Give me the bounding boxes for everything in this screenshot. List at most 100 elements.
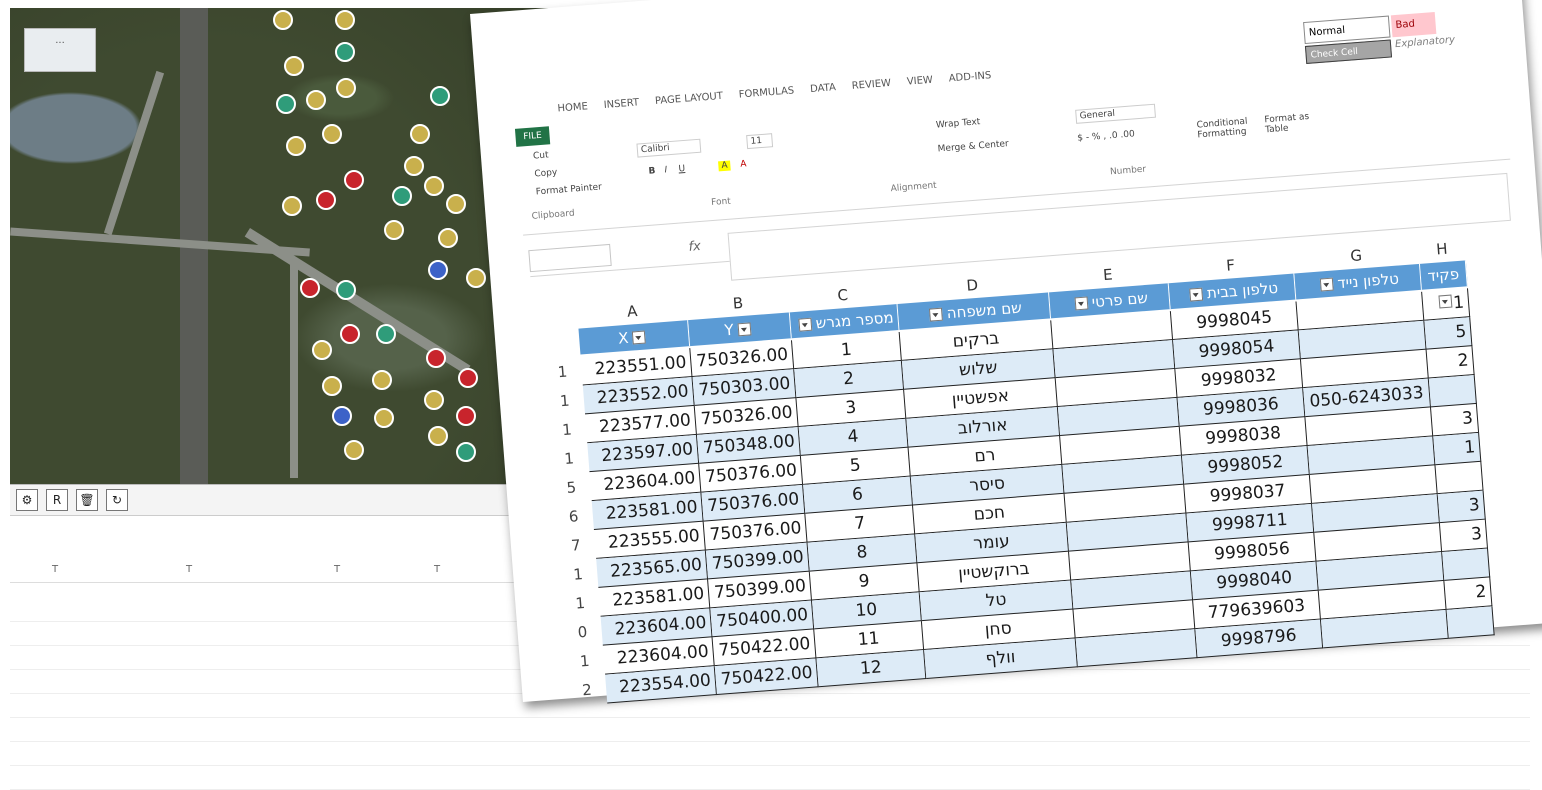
table-row[interactable] (10, 717, 1530, 742)
tab-page-layout[interactable]: PAGE LAYOUT (655, 91, 725, 118)
red-marker-icon[interactable] (344, 170, 364, 190)
merge-center-button[interactable]: Merge & Center (937, 139, 1009, 154)
h-cell[interactable]: 3 (1431, 403, 1480, 437)
h-col-header[interactable]: פקיד (1419, 260, 1468, 309)
tab-formulas[interactable]: FORMULAS (738, 85, 795, 111)
yellow-marker-icon[interactable] (410, 124, 430, 144)
underline-button[interactable]: U (678, 164, 685, 174)
row-number[interactable]: 1 (557, 358, 569, 388)
filter-dropdown-icon[interactable] (1320, 277, 1335, 292)
font-size-select[interactable]: 11 (746, 133, 774, 150)
column-letter-h[interactable]: H (1418, 238, 1465, 261)
fill-color-icon[interactable]: A (718, 160, 731, 172)
yellow-marker-icon[interactable] (404, 156, 424, 176)
yellow-marker-icon[interactable] (424, 390, 444, 410)
green-marker-icon[interactable] (276, 94, 296, 114)
filter-dropdown-icon[interactable] (1189, 287, 1204, 302)
yellow-marker-icon[interactable] (306, 90, 326, 110)
row-number[interactable]: 1 (559, 387, 571, 417)
h-cell[interactable] (1435, 461, 1484, 495)
h-cell[interactable]: 5 (1424, 317, 1473, 350)
yellow-marker-icon[interactable] (312, 340, 332, 360)
row-number[interactable]: 7 (570, 531, 582, 561)
red-marker-icon[interactable] (340, 324, 360, 344)
yellow-marker-icon[interactable] (372, 370, 392, 390)
row-number[interactable]: 1 (579, 647, 591, 677)
h-cell[interactable] (1428, 374, 1477, 408)
yellow-marker-icon[interactable] (286, 136, 306, 156)
yellow-marker-icon[interactable] (466, 268, 486, 288)
yellow-marker-icon[interactable] (428, 426, 448, 446)
tab-review[interactable]: REVIEW (851, 78, 892, 103)
row-number[interactable]: 5 (566, 473, 578, 503)
row-number[interactable]: 1 (561, 415, 573, 445)
format-as-table-button[interactable]: Format as Table (1264, 112, 1311, 135)
fx-icon[interactable]: fx (688, 239, 701, 255)
tab-view[interactable]: VIEW (906, 75, 934, 99)
filter-dropdown-icon[interactable] (737, 322, 752, 337)
conditional-formatting-button[interactable]: Conditional Formatting (1196, 116, 1257, 141)
yellow-marker-icon[interactable] (424, 176, 444, 196)
yellow-marker-icon[interactable] (282, 196, 302, 216)
green-marker-icon[interactable] (430, 86, 450, 106)
filter-dropdown-icon[interactable] (929, 307, 944, 322)
yellow-marker-icon[interactable] (273, 10, 293, 30)
name-box[interactable] (528, 243, 612, 273)
h-cell[interactable] (1442, 548, 1491, 581)
row-number[interactable]: 1 (574, 589, 586, 619)
yellow-marker-icon[interactable] (438, 228, 458, 248)
filter-dropdown-icon[interactable] (798, 317, 813, 332)
h-cell[interactable]: 1 (1422, 288, 1471, 321)
filter-dropdown-icon[interactable] (631, 330, 646, 345)
red-marker-icon[interactable] (456, 406, 476, 426)
h-cell[interactable]: 3 (1437, 490, 1486, 524)
yellow-marker-icon[interactable] (344, 440, 364, 460)
yellow-marker-icon[interactable] (284, 56, 304, 76)
tab-data[interactable]: DATA (810, 82, 837, 106)
table-row[interactable] (10, 741, 1530, 766)
gear-icon[interactable]: ⚙ (16, 489, 38, 511)
bold-button[interactable]: B (648, 166, 656, 176)
number-format-select[interactable]: General (1075, 103, 1157, 124)
yellow-marker-icon[interactable] (336, 78, 356, 98)
blue-marker-icon[interactable] (428, 260, 448, 280)
row-number[interactable]: 0 (577, 618, 589, 648)
green-marker-icon[interactable] (336, 280, 356, 300)
yellow-marker-icon[interactable] (374, 408, 394, 428)
italic-button[interactable]: I (664, 165, 667, 175)
table-row[interactable] (10, 765, 1530, 790)
yellow-marker-icon[interactable] (384, 220, 404, 240)
row-number[interactable]: 1 (563, 444, 575, 474)
cut-button[interactable]: Cut (533, 150, 549, 161)
row-number[interactable]: 1 (572, 560, 584, 590)
tab-home[interactable]: HOME (557, 101, 589, 125)
tab-insert[interactable]: INSERT (603, 97, 640, 122)
h-cell[interactable]: 2 (1426, 346, 1475, 379)
refresh-icon[interactable]: ↻ (106, 489, 128, 511)
green-marker-icon[interactable] (456, 442, 476, 462)
yellow-marker-icon[interactable] (322, 124, 342, 144)
yellow-marker-icon[interactable] (335, 10, 355, 30)
wrap-text-button[interactable]: Wrap Text (936, 117, 981, 130)
copy-button[interactable]: Copy (534, 168, 558, 180)
filter-icon[interactable]: T (52, 564, 58, 575)
blue-marker-icon[interactable] (332, 406, 352, 426)
yellow-marker-icon[interactable] (446, 194, 466, 214)
filter-icon[interactable]: T (186, 564, 192, 575)
number-format-buttons[interactable]: $ - % , .0 .00 (1077, 129, 1135, 143)
red-marker-icon[interactable] (300, 278, 320, 298)
red-marker-icon[interactable] (458, 368, 478, 388)
filter-dropdown-icon[interactable] (1074, 296, 1089, 311)
row-number[interactable]: 2 (581, 676, 593, 706)
red-marker-icon[interactable] (426, 348, 446, 368)
h-cell[interactable] (1446, 606, 1495, 639)
yellow-marker-icon[interactable] (322, 376, 342, 396)
select-icon[interactable]: R (46, 489, 68, 511)
green-marker-icon[interactable] (392, 186, 412, 206)
filter-icon[interactable]: T (434, 564, 440, 575)
h-cell[interactable]: 1 (1433, 432, 1482, 466)
h-cell[interactable]: 3 (1439, 519, 1489, 553)
filter-icon[interactable]: T (334, 564, 340, 575)
h-cell[interactable]: 2 (1444, 577, 1493, 610)
delete-icon[interactable]: 🗑 (76, 489, 98, 511)
